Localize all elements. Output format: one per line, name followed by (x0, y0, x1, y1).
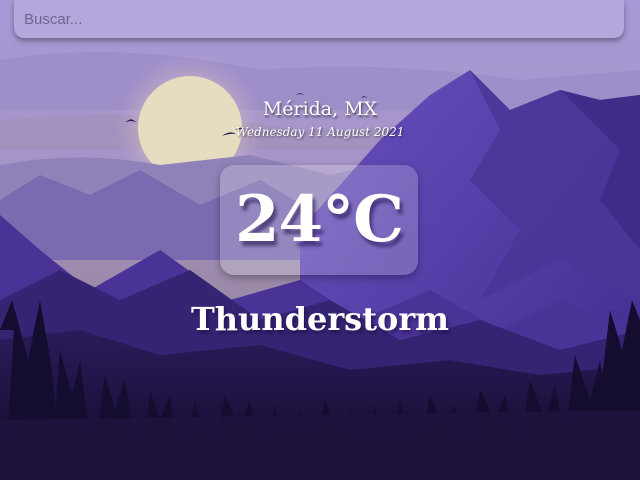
weather-condition: Thunderstorm (190, 300, 450, 338)
date-label: Wednesday 11 August 2021 (235, 125, 405, 139)
temperature-value: 24°C (235, 182, 404, 257)
location-label: Mérida, MX (262, 98, 378, 120)
search-input[interactable] (14, 0, 624, 38)
temperature-card: 24°C (220, 165, 418, 275)
search-bar (14, 0, 624, 38)
